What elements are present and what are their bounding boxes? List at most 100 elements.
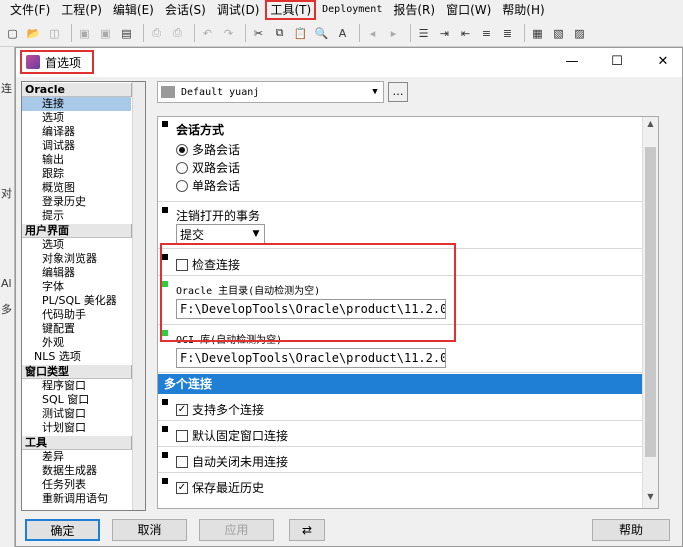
menu-session[interactable]: 会话(S): [161, 1, 210, 19]
indent-icon[interactable]: ⇥: [436, 25, 453, 42]
export-settings-button[interactable]: ⇄: [289, 519, 325, 541]
save-as-icon[interactable]: ▣: [97, 25, 114, 42]
category-item[interactable]: 对象浏览器: [22, 252, 131, 266]
category-item[interactable]: 任务列表: [22, 478, 131, 492]
reopen-icon[interactable]: ◫: [46, 25, 63, 42]
category-item[interactable]: 选项: [22, 111, 131, 125]
print-preview-icon[interactable]: ⎙: [169, 25, 186, 42]
category-item-connection[interactable]: 连接: [22, 97, 131, 111]
logoff-select[interactable]: 提交 ▼: [176, 224, 265, 244]
menu-tools[interactable]: 工具(T): [265, 0, 317, 20]
category-header[interactable]: 用户界面▼: [22, 223, 145, 238]
category-header[interactable]: Oracle▼: [22, 82, 145, 97]
forward-icon[interactable]: ▸: [385, 25, 402, 42]
open-icon[interactable]: 📂: [25, 25, 42, 42]
ok-button[interactable]: 确定: [25, 519, 100, 541]
save-icon[interactable]: ▣: [76, 25, 93, 42]
uppercase-icon[interactable]: ≡: [478, 25, 495, 42]
category-item[interactable]: 登录历史: [22, 195, 131, 209]
lowercase-icon[interactable]: ≣: [499, 25, 516, 42]
category-item[interactable]: 编辑器: [22, 266, 131, 280]
comment-icon[interactable]: ☰: [415, 25, 432, 42]
menu-window[interactable]: 窗口(W): [442, 1, 495, 19]
category-item[interactable]: 字体: [22, 280, 131, 294]
checkmark-icon: ✓: [176, 403, 188, 416]
checkbox-icon: [176, 455, 188, 468]
category-item[interactable]: 代码助手: [22, 308, 131, 322]
radio-single-session[interactable]: 单路会话: [176, 177, 240, 194]
menu-file[interactable]: 文件(F): [6, 1, 54, 19]
category-item[interactable]: 数据生成器: [22, 464, 131, 478]
menu-debug[interactable]: 调试(D): [213, 1, 264, 19]
radio-dual-session[interactable]: 双路会话: [176, 159, 240, 176]
menu-edit[interactable]: 编辑(E): [109, 1, 158, 19]
highlight-box: [160, 243, 456, 342]
category-header[interactable]: 工具▼: [22, 435, 145, 450]
back-icon[interactable]: ◂: [364, 25, 381, 42]
replace-icon[interactable]: A: [334, 25, 351, 42]
cancel-button[interactable]: 取消: [112, 519, 187, 541]
menu-reports[interactable]: 报告(R): [389, 1, 439, 19]
category-item[interactable]: 差异: [22, 450, 131, 464]
category-list: Oracle▼ 连接 选项 编译器 调试器 输出 跟踪 概览图 登录历史 提示 …: [21, 81, 146, 511]
category-item[interactable]: 调试器: [22, 139, 131, 153]
category-scrollbar[interactable]: [132, 82, 145, 510]
support-multiple-checkbox[interactable]: ✓ 支持多个连接: [176, 401, 264, 418]
new-file-icon[interactable]: ▢: [4, 25, 21, 42]
cascade-icon[interactable]: ▨: [571, 25, 588, 42]
save-all-icon[interactable]: ▤: [118, 25, 135, 42]
category-item[interactable]: 程序窗口: [22, 379, 131, 393]
tile-icon[interactable]: ▧: [550, 25, 567, 42]
window-list-icon[interactable]: ▦: [529, 25, 546, 42]
find-icon[interactable]: 🔍: [313, 25, 330, 42]
scrollbar-thumb[interactable]: [645, 147, 656, 457]
setting-support-multiple: ✓ 支持多个连接: [158, 395, 658, 421]
category-item[interactable]: 重新调用语句: [22, 492, 131, 506]
minimize-button[interactable]: —: [562, 52, 582, 72]
category-item[interactable]: 概览图: [22, 181, 131, 195]
undo-icon[interactable]: ↶: [199, 25, 216, 42]
copy-icon[interactable]: ⧉: [271, 25, 288, 42]
radio-multi-session[interactable]: 多路会话: [176, 141, 240, 158]
category-item[interactable]: 编译器: [22, 125, 131, 139]
paste-icon[interactable]: 📋: [292, 25, 309, 42]
profile-select[interactable]: Default yuanj ▼: [157, 81, 384, 103]
auto-close-checkbox[interactable]: 自动关闭未用连接: [176, 453, 288, 470]
print-icon[interactable]: ⎙: [148, 25, 165, 42]
category-item[interactable]: 计划窗口: [22, 421, 131, 435]
checkbox-icon: [176, 429, 188, 442]
settings-scrollbar[interactable]: ▲ ▼: [642, 117, 658, 508]
save-history-checkbox[interactable]: ✓ 保存最近历史: [176, 479, 264, 496]
category-item[interactable]: 选项: [22, 238, 131, 252]
close-button[interactable]: ✕: [653, 52, 673, 72]
default-fixed-checkbox[interactable]: 默认固定窗口连接: [176, 427, 288, 444]
menu-help[interactable]: 帮助(H): [498, 1, 548, 19]
category-item[interactable]: 跟踪: [22, 167, 131, 181]
scroll-up-icon[interactable]: ▲: [643, 119, 658, 133]
category-item[interactable]: 测试窗口: [22, 407, 131, 421]
profile-options-button[interactable]: …: [388, 82, 408, 102]
apply-button[interactable]: 应用: [199, 519, 274, 541]
background-label: Al: [1, 277, 12, 290]
redo-icon[interactable]: ↷: [220, 25, 237, 42]
category-item[interactable]: PL/SQL 美化器: [22, 294, 131, 308]
scroll-down-icon[interactable]: ▼: [643, 492, 658, 506]
cut-icon[interactable]: ✂: [250, 25, 267, 42]
oci-library-select[interactable]: F:\DevelopTools\Oracle\product\11.2.0\db…: [176, 348, 446, 368]
menu-deployment[interactable]: Deployment: [318, 1, 386, 19]
category-item[interactable]: 输出: [22, 153, 131, 167]
category-header[interactable]: 窗口类型▼: [22, 364, 145, 379]
category-item[interactable]: NLS 选项: [22, 350, 131, 364]
category-item[interactable]: 外观: [22, 336, 131, 350]
radio-selected-icon: [176, 143, 188, 156]
help-button[interactable]: 帮助: [592, 519, 670, 541]
unindent-icon[interactable]: ⇤: [457, 25, 474, 42]
main-toolbar: ▢ 📂 ◫ ▣ ▣ ▤ ⎙ ⎙ ↶ ↷ ✂ ⧉ 📋 🔍 A ◂ ▸ ☰ ⇥ ⇤ …: [0, 20, 683, 47]
category-item[interactable]: 键配置: [22, 322, 131, 336]
category-item[interactable]: SQL 窗口: [22, 393, 131, 407]
category-item[interactable]: 提示: [22, 209, 131, 223]
settings-panel: 会话方式 多路会话 双路会话 单路会话 注销打开的事务 提交 ▼ 检查连接 Ora…: [157, 116, 659, 509]
menu-project[interactable]: 工程(P): [57, 1, 106, 19]
maximize-button[interactable]: ☐: [607, 52, 627, 72]
radio-icon: [176, 179, 188, 192]
